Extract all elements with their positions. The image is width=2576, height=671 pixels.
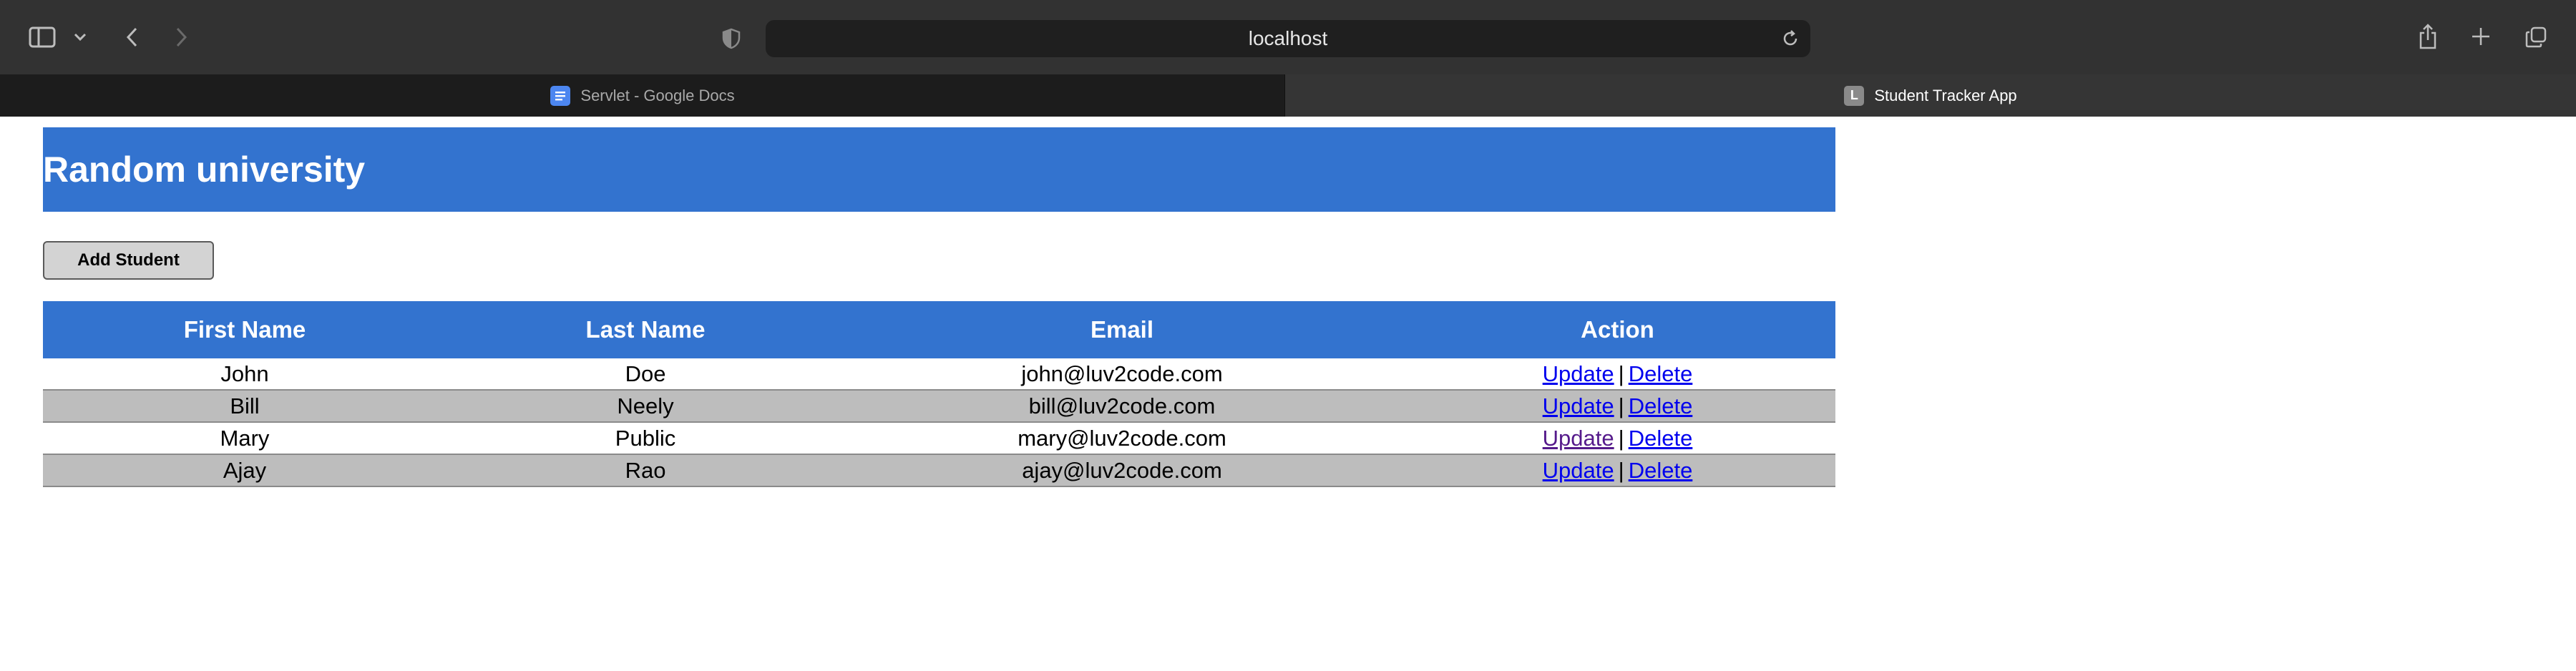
cell-last-name: Rao bbox=[447, 454, 844, 487]
tab-overview-icon[interactable] bbox=[2523, 24, 2549, 50]
action-separator: | bbox=[1618, 457, 1624, 483]
action-separator: | bbox=[1618, 361, 1624, 386]
update-link[interactable]: Update bbox=[1543, 426, 1614, 451]
new-tab-icon[interactable] bbox=[2469, 24, 2493, 49]
back-icon[interactable] bbox=[119, 23, 145, 52]
cell-email: mary@luv2code.com bbox=[844, 422, 1400, 455]
share-icon[interactable] bbox=[2416, 21, 2440, 52]
table-row: John Doe john@luv2code.com Update | Delete bbox=[43, 358, 1835, 391]
cell-email: ajay@luv2code.com bbox=[844, 454, 1400, 487]
action-separator: | bbox=[1618, 425, 1624, 451]
privacy-shield-icon[interactable] bbox=[718, 26, 744, 52]
cell-first-name: Ajay bbox=[43, 454, 447, 487]
page-content: Random university Add Student First Name… bbox=[0, 117, 2576, 671]
delete-link[interactable]: Delete bbox=[1629, 361, 1693, 386]
table-header-row: First Name Last Name Email Action bbox=[43, 301, 1835, 358]
add-student-button[interactable]: Add Student bbox=[43, 241, 214, 280]
browser-toolbar: localhost bbox=[0, 0, 2576, 74]
letter-favicon-icon: L bbox=[1844, 85, 1865, 106]
cell-action: Update | Delete bbox=[1400, 454, 1835, 487]
action-separator: | bbox=[1618, 393, 1624, 418]
students-table: First Name Last Name Email Action John D… bbox=[43, 301, 1835, 487]
cell-last-name: Doe bbox=[447, 358, 844, 391]
tab-title: Servlet - Google Docs bbox=[580, 86, 735, 104]
cell-last-name: Public bbox=[447, 422, 844, 455]
url-text: localhost bbox=[1248, 27, 1328, 49]
column-header-last-name: Last Name bbox=[447, 301, 844, 358]
chevron-down-icon[interactable] bbox=[70, 27, 90, 47]
table-row: Mary Public mary@luv2code.com Update | Del… bbox=[43, 422, 1835, 455]
cell-last-name: Neely bbox=[447, 390, 844, 423]
tab-bar: Servlet - Google Docs L Student Tracker … bbox=[0, 74, 2576, 117]
tab-student-tracker[interactable]: L Student Tracker App bbox=[1285, 74, 2576, 117]
cell-email: bill@luv2code.com bbox=[844, 390, 1400, 423]
page-title: Random university bbox=[43, 150, 366, 190]
delete-link[interactable]: Delete bbox=[1629, 458, 1693, 483]
forward-icon[interactable] bbox=[169, 23, 195, 52]
cell-first-name: John bbox=[43, 358, 447, 391]
delete-link[interactable]: Delete bbox=[1629, 426, 1693, 451]
column-header-action: Action bbox=[1400, 301, 1835, 358]
delete-link[interactable]: Delete bbox=[1629, 393, 1693, 418]
tab-title: Student Tracker App bbox=[1874, 86, 2017, 104]
cell-action: Update | Delete bbox=[1400, 390, 1835, 423]
page-header: Random university bbox=[43, 127, 1835, 212]
update-link[interactable]: Update bbox=[1543, 361, 1614, 386]
table-row: Bill Neely bill@luv2code.com Update | Dele… bbox=[43, 390, 1835, 423]
cell-first-name: Bill bbox=[43, 390, 447, 423]
cell-action: Update | Delete bbox=[1400, 422, 1835, 455]
column-header-email: Email bbox=[844, 301, 1400, 358]
cell-email: john@luv2code.com bbox=[844, 358, 1400, 391]
cell-action: Update | Delete bbox=[1400, 358, 1835, 391]
address-bar[interactable]: localhost bbox=[766, 20, 1810, 57]
sidebar-toggle-icon[interactable] bbox=[26, 23, 59, 52]
update-link[interactable]: Update bbox=[1543, 393, 1614, 418]
tab-google-docs[interactable]: Servlet - Google Docs bbox=[0, 74, 1285, 117]
column-header-first-name: First Name bbox=[43, 301, 447, 358]
table-row: Ajay Rao ajay@luv2code.com Update | Delete bbox=[43, 454, 1835, 487]
reload-icon[interactable] bbox=[1780, 29, 1800, 54]
google-docs-icon bbox=[550, 85, 571, 106]
update-link[interactable]: Update bbox=[1543, 458, 1614, 483]
cell-first-name: Mary bbox=[43, 422, 447, 455]
